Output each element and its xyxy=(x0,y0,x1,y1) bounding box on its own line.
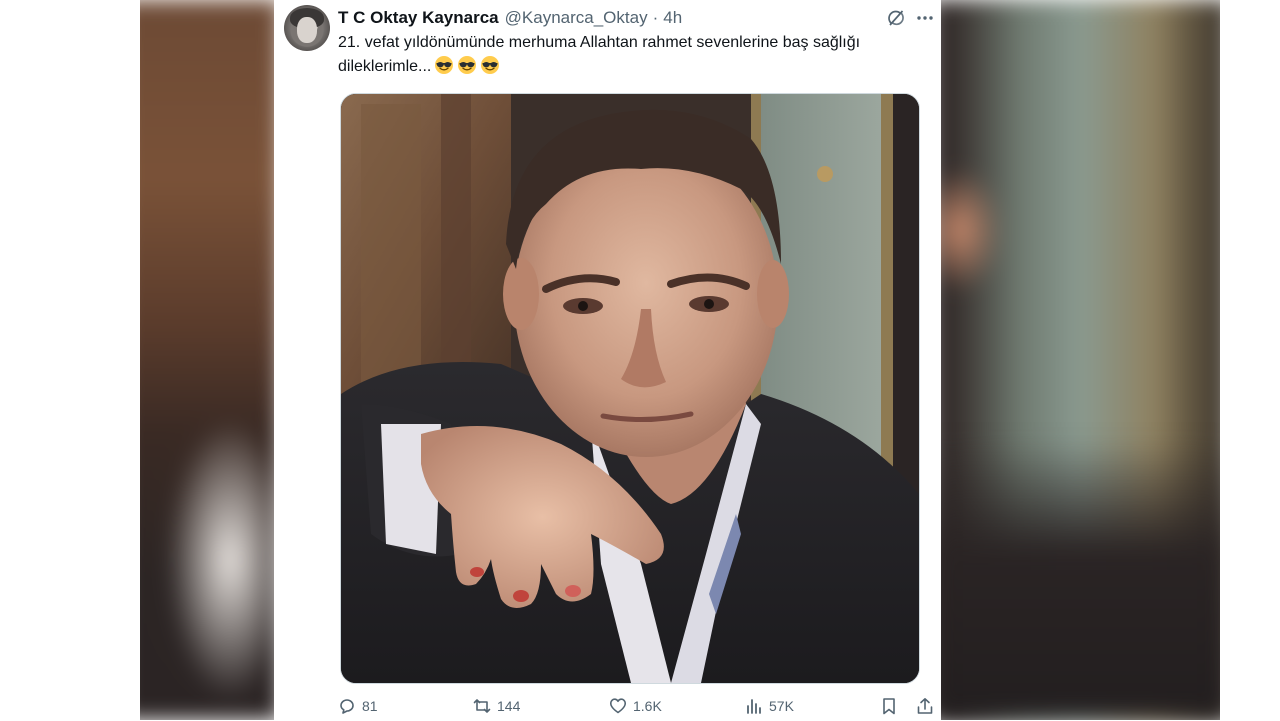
tweet-action-bar: 81 144 1.6K 57K xyxy=(274,697,941,721)
blurred-background-left xyxy=(120,0,280,720)
reply-icon xyxy=(340,699,354,714)
like-count: 1.6K xyxy=(633,698,662,714)
bookmark-button[interactable] xyxy=(880,697,898,715)
avatar-face xyxy=(297,17,317,43)
separator-dot: · xyxy=(652,8,659,27)
views-icon xyxy=(747,699,761,714)
tweet-header: T C Oktay Kaynarca @Kaynarca_Oktay · 4h xyxy=(338,7,682,29)
repost-count: 144 xyxy=(497,698,521,714)
repost-icon xyxy=(473,699,491,713)
tweet-media-image[interactable] xyxy=(340,93,920,684)
bookmark-icon xyxy=(883,698,895,715)
tweet-text-line-2-text: dileklerimle... xyxy=(338,58,432,75)
heart-icon xyxy=(609,698,627,714)
more-icon[interactable] xyxy=(915,8,935,28)
user-handle[interactable]: @Kaynarca_Oktay xyxy=(505,8,648,28)
reply-button[interactable]: 81 xyxy=(338,697,378,715)
timestamp[interactable]: 4h xyxy=(663,8,682,28)
tweet-text-line-1: 21. vefat yıldönümünde merhuma Allahtan … xyxy=(338,34,861,51)
views-button[interactable]: 57K xyxy=(745,697,794,715)
reply-count: 81 xyxy=(362,698,378,714)
avatar[interactable] xyxy=(284,5,330,51)
sunglasses-emoji-icon xyxy=(481,56,500,74)
margin-left xyxy=(0,0,140,720)
portrait-illustration xyxy=(341,94,919,683)
repost-button[interactable]: 144 xyxy=(473,697,520,715)
view-count: 57K xyxy=(769,698,794,714)
grok-icon[interactable] xyxy=(886,8,906,28)
share-icon xyxy=(917,698,933,714)
tweet-text-line-2: dileklerimle... xyxy=(338,55,928,79)
tweet-text: 21. vefat yıldönümünde merhuma Allahtan … xyxy=(338,31,928,79)
blurred-background-right-lower xyxy=(930,440,1230,720)
sunglasses-emoji-icon xyxy=(435,56,454,74)
tweet-card: T C Oktay Kaynarca @Kaynarca_Oktay · 4h … xyxy=(274,0,941,720)
margin-right xyxy=(1220,0,1280,720)
display-name[interactable]: T C Oktay Kaynarca xyxy=(338,8,499,28)
sunglasses-emoji-icon xyxy=(458,56,477,74)
like-button[interactable]: 1.6K xyxy=(609,697,662,715)
share-button[interactable] xyxy=(916,697,934,715)
